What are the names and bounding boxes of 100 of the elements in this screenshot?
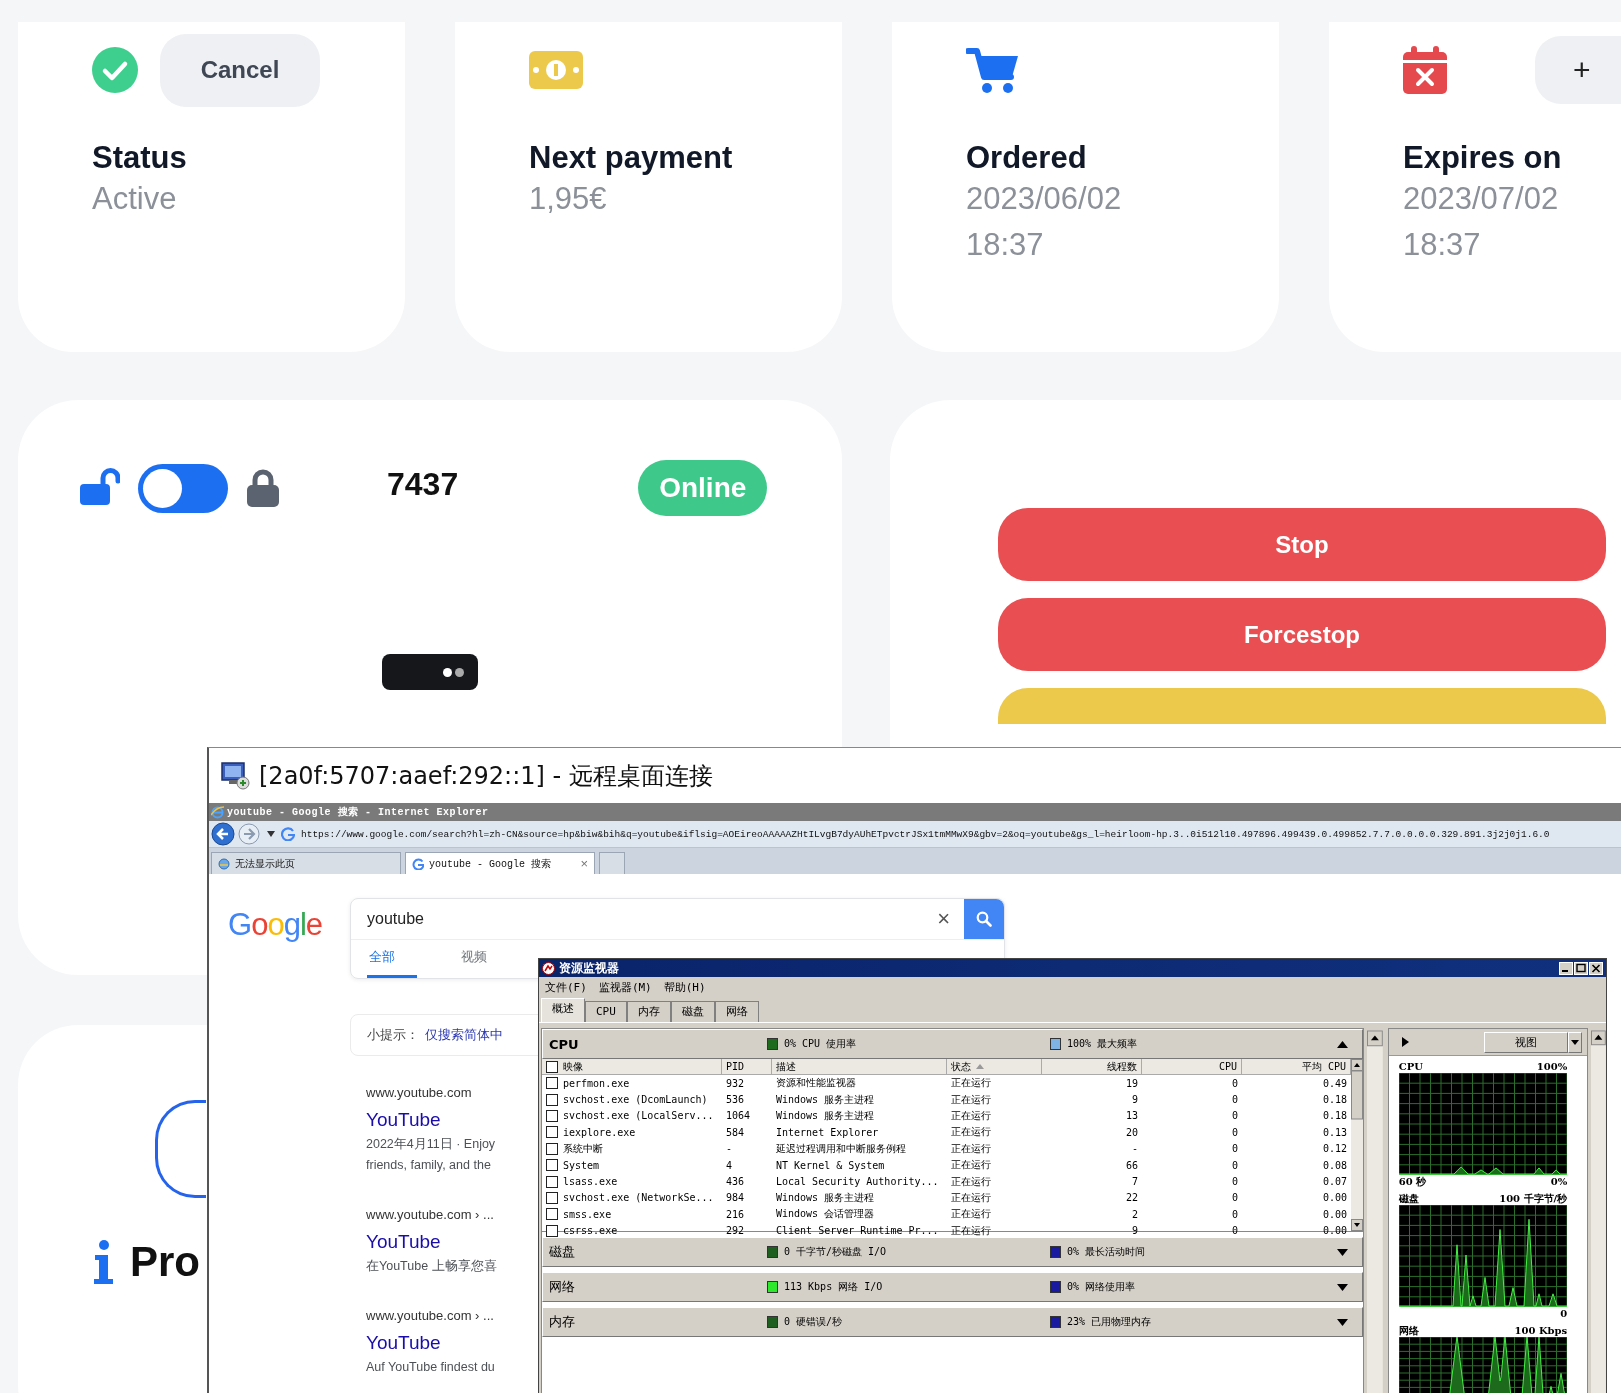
row-checkbox[interactable] xyxy=(546,1093,558,1106)
google-logo[interactable]: Google xyxy=(209,874,350,954)
section-header[interactable]: CPU 0% CPU 使用率 100% 最大频率 xyxy=(542,1029,1363,1059)
expand-arrow-icon[interactable] xyxy=(1401,1037,1409,1047)
dropdown-button[interactable] xyxy=(1568,1031,1583,1053)
menu-item[interactable]: 监视器(M) xyxy=(598,979,652,995)
browser-tab[interactable]: 无法显示此页 xyxy=(211,852,401,874)
search-field[interactable]: youtube xyxy=(351,899,938,939)
table-cell: 0.08 xyxy=(1322,1159,1347,1171)
table-cell: System xyxy=(563,1159,600,1171)
menu-item[interactable]: 帮助(H) xyxy=(663,979,706,995)
dots-button[interactable] xyxy=(382,654,478,690)
table-cell: 0 xyxy=(1231,1143,1238,1155)
column-header[interactable]: 映像 xyxy=(563,1059,583,1074)
menu-item[interactable]: 文件(F) xyxy=(545,979,587,995)
section-title: CPU xyxy=(549,1036,580,1052)
row-checkbox[interactable] xyxy=(546,1175,558,1188)
graph-minimum: 0% xyxy=(1550,1176,1568,1187)
expand-arrow-icon[interactable] xyxy=(1337,1283,1348,1291)
monitor-tab[interactable]: 磁盘 xyxy=(670,1001,715,1022)
tab-close-button[interactable]: × xyxy=(580,856,588,871)
row-checkbox[interactable] xyxy=(546,1191,558,1204)
table-cell: svchost.exe (NetworkSe... xyxy=(563,1192,714,1204)
column-header[interactable]: 描述 xyxy=(776,1059,796,1074)
search-tab[interactable]: 视频 xyxy=(459,940,489,978)
action-button[interactable]: Forcestop xyxy=(998,598,1606,671)
banknote-icon xyxy=(529,51,583,89)
table-cell: Windows 会话管理器 xyxy=(776,1207,875,1222)
result-snippet: 2022年4月11日 · Enjoy xyxy=(366,1136,497,1153)
minimize-button[interactable] xyxy=(1559,961,1573,975)
browser-tab[interactable]: youtube - Google 搜索 × xyxy=(405,852,595,874)
table-cell: 0.49 xyxy=(1322,1077,1347,1089)
table-cell: 正在运行 xyxy=(951,1141,991,1156)
legend-text: 0 硬错误/秒 xyxy=(784,1315,843,1329)
section-header[interactable]: 网络 113 Kbps 网络 I/O 0% 网络使用率 xyxy=(542,1272,1363,1302)
section-header[interactable]: 磁盘 0 千字节/秒磁盘 I/O 0% 最长活动时间 xyxy=(542,1237,1363,1267)
row-checkbox[interactable] xyxy=(546,1109,558,1122)
search-tab[interactable]: 全部 xyxy=(367,940,417,978)
result-url: www.youtube.com › ... xyxy=(366,1307,495,1325)
column-header[interactable]: CPU xyxy=(1218,1061,1237,1072)
table-cell: 9 xyxy=(1131,1225,1138,1237)
monitor-tab[interactable]: CPU xyxy=(585,1001,627,1022)
row-checkbox[interactable] xyxy=(546,1224,558,1237)
graph-scale: 100 千字节/秒 xyxy=(1499,1191,1568,1206)
maximize-button[interactable] xyxy=(1574,961,1588,975)
result-snippet: Auf YouTube findest du xyxy=(366,1359,496,1376)
address-text[interactable]: https://www.google.com/search?hl=zh-CN&source=hp&biw&bih&q=youtube&iflsig=AOEireoAAAAAZHtILvgB7dyAUhETpvctrJSx1tmMMwX9&gbv=2&oq=youtube&gs_l=heirloom-hp.3..0i512l10.497896.499439.0.499852.7.7.0.0.0.0.329.891.3j2j0j1.6.0 xyxy=(301,828,1550,840)
table-cell: iexplore.exe xyxy=(563,1126,636,1138)
select-all-checkbox[interactable] xyxy=(546,1060,558,1073)
monitor-tab[interactable]: 网络 xyxy=(714,1001,759,1022)
result-title[interactable]: YouTube xyxy=(366,1228,516,1256)
table-cell: 0 xyxy=(1231,1126,1238,1138)
card-label: Next payment xyxy=(529,140,734,176)
caret-icon[interactable] xyxy=(266,830,276,838)
table-cell: 984 xyxy=(726,1192,745,1204)
search-button[interactable] xyxy=(964,899,1004,939)
scrollbar[interactable] xyxy=(1351,1059,1363,1231)
column-header[interactable]: 状态 xyxy=(951,1059,971,1074)
table-cell: 0.18 xyxy=(1322,1094,1347,1106)
expand-arrow-icon[interactable] xyxy=(1337,1248,1348,1256)
table-cell: svchost.exe (DcomLaunch) xyxy=(563,1094,708,1106)
section-title: 磁盘 xyxy=(549,1243,576,1261)
monitor-tab[interactable]: 概述 xyxy=(541,998,585,1022)
table-cell: 0.07 xyxy=(1322,1176,1347,1188)
row-checkbox[interactable] xyxy=(546,1159,558,1172)
column-header[interactable]: 线程数 xyxy=(1107,1059,1137,1074)
add-button[interactable]: + xyxy=(1535,36,1621,104)
scrollbar[interactable] xyxy=(1591,1028,1606,1393)
table-cell: lsass.exe xyxy=(563,1176,618,1188)
card-time: 18:37 xyxy=(1403,226,1482,264)
monitor-tab[interactable]: 内存 xyxy=(626,1001,671,1022)
table-cell: 0.12 xyxy=(1322,1143,1347,1155)
table-cell: 436 xyxy=(726,1176,745,1188)
table-cell: 正在运行 xyxy=(951,1158,991,1173)
collapse-arrow-icon[interactable] xyxy=(1337,1040,1348,1048)
table-cell: 4 xyxy=(726,1159,733,1171)
table-cell: - xyxy=(726,1143,733,1155)
graph-title: 磁盘 xyxy=(1398,1191,1419,1206)
expand-arrow-icon[interactable] xyxy=(1337,1318,1348,1326)
tip-link[interactable]: 仅搜索简体中 xyxy=(425,1026,503,1044)
row-checkbox[interactable] xyxy=(546,1208,558,1221)
column-header[interactable]: PID xyxy=(726,1061,745,1072)
scrollbar[interactable] xyxy=(1367,1028,1383,1393)
clear-button[interactable]: × xyxy=(937,906,950,932)
cancel-button[interactable]: Cancel xyxy=(160,33,320,107)
result-title[interactable]: YouTube xyxy=(366,1329,516,1357)
table-cell: 系统中断 xyxy=(563,1141,603,1156)
row-checkbox[interactable] xyxy=(546,1077,558,1090)
result-title[interactable]: YouTube xyxy=(366,1106,516,1134)
table-cell: Client Server Runtime Pr... xyxy=(776,1225,939,1237)
graph-time-span: 60 秒 xyxy=(1398,1174,1427,1189)
column-header[interactable]: 平均 CPU xyxy=(1301,1059,1346,1074)
view-button[interactable]: 视图 xyxy=(1484,1031,1569,1053)
table-cell: 0.18 xyxy=(1322,1110,1347,1122)
row-checkbox[interactable] xyxy=(546,1126,558,1139)
row-checkbox[interactable] xyxy=(546,1142,558,1155)
lock-toggle[interactable] xyxy=(138,463,228,513)
close-button[interactable] xyxy=(1589,961,1603,975)
section-header[interactable]: 内存 0 硬错误/秒 23% 已用物理内存 xyxy=(542,1307,1363,1337)
action-button[interactable]: Stop xyxy=(998,508,1606,581)
